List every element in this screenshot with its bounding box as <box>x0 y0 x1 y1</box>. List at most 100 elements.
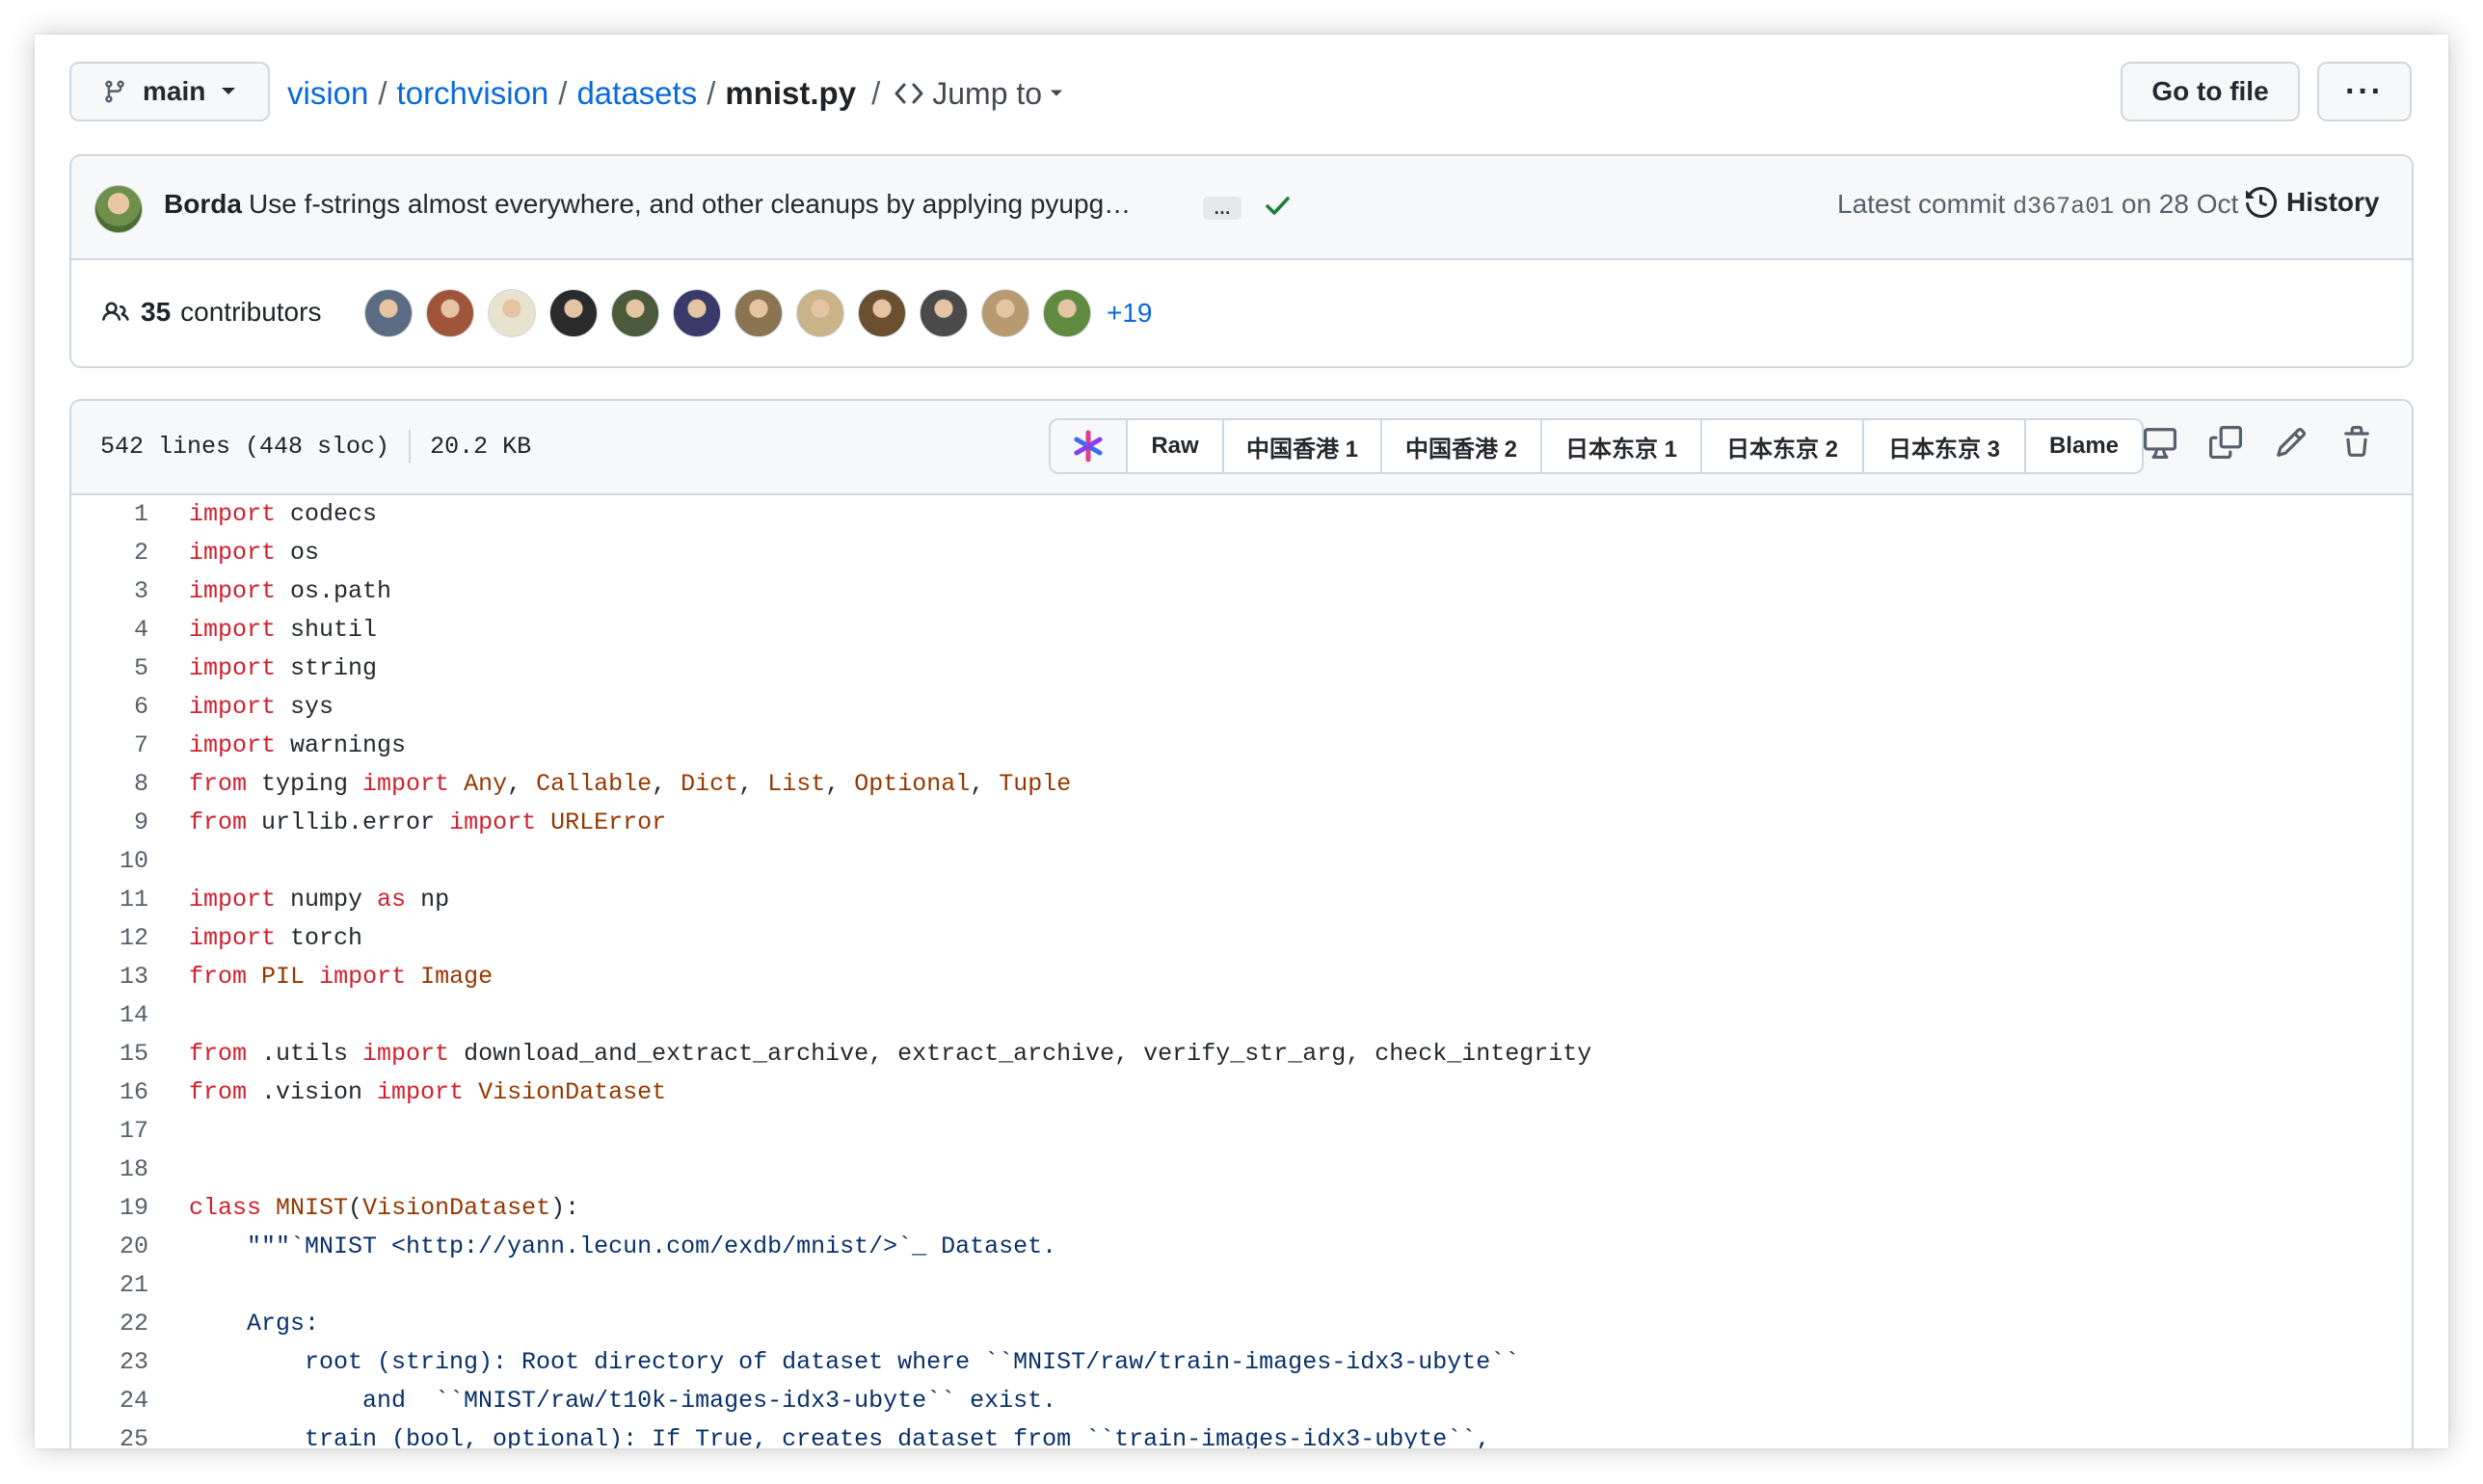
code-token: as <box>377 886 407 914</box>
line-number[interactable]: 12 <box>71 919 148 958</box>
mirror-tokyo-1-button[interactable]: 日本东京 1 <box>1540 420 1700 472</box>
mirror-tokyo-3-button[interactable]: 日本东京 3 <box>1862 420 2024 472</box>
line-number[interactable]: 20 <box>71 1228 148 1266</box>
contributor-avatar[interactable] <box>1043 289 1091 337</box>
pencil-icon[interactable] <box>2275 426 2308 459</box>
blame-button[interactable]: Blame <box>2024 420 2142 472</box>
commit-expand-button[interactable]: … <box>1203 197 1242 220</box>
contributor-avatar[interactable] <box>673 289 721 337</box>
code-text: import codecs <box>189 495 377 534</box>
line-number[interactable]: 6 <box>71 688 148 727</box>
contributor-avatar[interactable] <box>796 289 844 337</box>
line-number[interactable]: 7 <box>71 727 148 765</box>
code-text: import os.path <box>189 572 391 611</box>
mirror-hk-2-button[interactable]: 中国香港 2 <box>1380 420 1540 472</box>
more-contributors-link[interactable]: +19 <box>1107 298 1153 329</box>
code-token: sys <box>276 693 334 721</box>
mirror-hk-1-button[interactable]: 中国香港 1 <box>1222 420 1380 472</box>
contributor-avatar[interactable] <box>364 289 413 337</box>
mirror-tokyo-2-button[interactable]: 日本东京 2 <box>1700 420 1862 472</box>
line-number[interactable]: 19 <box>71 1189 148 1228</box>
commit-sha[interactable]: d367a01 <box>2013 193 2114 221</box>
branch-selector-button[interactable]: main <box>69 62 270 121</box>
code-line: 5 import string <box>71 649 2412 688</box>
copy-icon[interactable] <box>2209 426 2242 459</box>
code-token: import <box>362 770 450 798</box>
contributor-avatar[interactable] <box>611 289 659 337</box>
latest-commit-box: Borda Use f-strings almost everywhere, a… <box>69 154 2414 368</box>
code-token: , <box>652 770 681 798</box>
commit-author[interactable]: Borda <box>164 189 242 220</box>
code-token: from <box>189 1040 248 1068</box>
contributor-avatar[interactable] <box>920 289 968 337</box>
code-line: 2 import os <box>71 534 2412 572</box>
line-number[interactable]: 22 <box>71 1305 148 1343</box>
code-token: ): <box>550 1194 580 1222</box>
line-number[interactable]: 14 <box>71 996 148 1035</box>
breadcrumb-separator: / <box>707 75 716 111</box>
extension-button[interactable] <box>1049 418 1128 474</box>
contributor-avatar[interactable] <box>426 289 474 337</box>
code-token: from <box>189 963 248 991</box>
raw-button[interactable]: Raw <box>1128 420 1222 472</box>
code-text: import numpy as np <box>189 881 449 919</box>
code-line: 9 from urllib.error import URLError <box>71 804 2412 842</box>
code-line: 8 from typing import Any, Callable, Dict,… <box>71 765 2412 804</box>
code-token: from <box>189 1078 248 1106</box>
breadcrumb-link-datasets[interactable]: datasets <box>576 75 697 112</box>
contributor-avatar[interactable] <box>488 289 536 337</box>
breadcrumb-link-repo[interactable]: vision <box>287 75 368 112</box>
line-number[interactable]: 1 <box>71 495 148 534</box>
code-token: , <box>738 770 768 798</box>
code-line: 25 train (bool, optional): If True, crea… <box>71 1420 2412 1448</box>
more-options-button[interactable]: ··· <box>2317 62 2412 121</box>
code-token: import <box>189 886 277 914</box>
contributor-avatar[interactable] <box>981 289 1029 337</box>
contributor-avatar[interactable] <box>858 289 906 337</box>
line-number[interactable]: 4 <box>71 611 148 649</box>
code-icon <box>894 83 923 104</box>
line-number[interactable]: 16 <box>71 1073 148 1112</box>
code-token: import <box>189 924 277 952</box>
code-line: 22 Args: <box>71 1305 2412 1343</box>
commit-author-avatar[interactable] <box>94 185 143 233</box>
line-number[interactable]: 11 <box>71 881 148 919</box>
line-number[interactable]: 2 <box>71 534 148 572</box>
line-number[interactable]: 3 <box>71 572 148 611</box>
line-number[interactable]: 18 <box>71 1151 148 1189</box>
line-number[interactable]: 8 <box>71 765 148 804</box>
line-number[interactable]: 9 <box>71 804 148 842</box>
contributors-label: contributors <box>180 297 322 327</box>
trash-icon[interactable] <box>2340 426 2373 459</box>
code-token: , <box>507 770 537 798</box>
contributor-avatar[interactable] <box>549 289 598 337</box>
go-to-file-button[interactable]: Go to file <box>2121 62 2300 121</box>
line-number[interactable]: 24 <box>71 1382 148 1420</box>
history-icon <box>2246 187 2277 218</box>
people-icon <box>102 302 129 321</box>
file-viewer: 542 lines (448 sloc) 20.2 KB Raw 中国香港 1 … <box>69 399 2414 1448</box>
contributor-avatar[interactable] <box>734 289 783 337</box>
desktop-icon[interactable] <box>2144 426 2176 459</box>
line-number[interactable]: 23 <box>71 1343 148 1382</box>
line-number[interactable]: 5 <box>71 649 148 688</box>
line-number[interactable]: 10 <box>71 842 148 881</box>
history-link[interactable]: History <box>2246 187 2379 218</box>
line-number[interactable]: 21 <box>71 1266 148 1305</box>
breadcrumb-link-torchvision[interactable]: torchvision <box>397 75 549 112</box>
file-header: 542 lines (448 sloc) 20.2 KB Raw 中国香港 1 … <box>71 401 2412 495</box>
line-number[interactable]: 25 <box>71 1420 148 1448</box>
line-number[interactable]: 15 <box>71 1035 148 1073</box>
code-view[interactable]: 1 import codecs 2 import os 3 import os.path 4… <box>71 495 2412 1448</box>
line-number[interactable]: 17 <box>71 1112 148 1151</box>
contributors-link[interactable]: 35 contributors <box>100 297 321 328</box>
code-token: .vision <box>247 1078 378 1106</box>
breadcrumb-file-name: mnist.py <box>725 75 857 111</box>
code-token: os.path <box>276 577 392 605</box>
commit-message[interactable]: Use f-strings almost everywhere, and oth… <box>249 189 1131 220</box>
code-token: List <box>767 770 826 798</box>
check-icon[interactable] <box>1263 191 1292 220</box>
jump-to-menu[interactable]: Jump to <box>894 76 1063 112</box>
line-number[interactable]: 13 <box>71 958 148 996</box>
